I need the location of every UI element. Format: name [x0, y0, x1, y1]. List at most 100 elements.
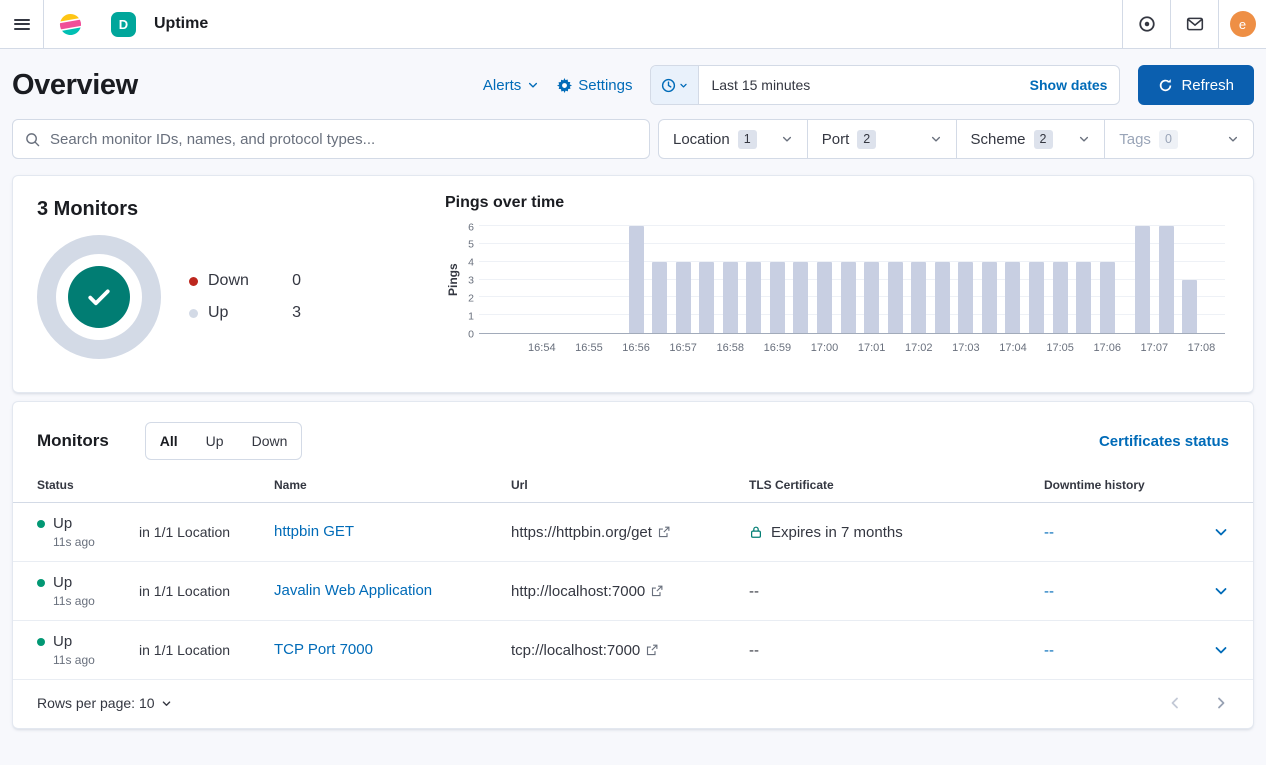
monitor-link[interactable]: TCP Port 7000: [274, 641, 373, 658]
show-dates-button[interactable]: Show dates: [1018, 77, 1120, 93]
topbar-right: e: [1122, 0, 1266, 48]
cloud-button[interactable]: [1122, 0, 1170, 48]
filter-tags-button[interactable]: Tags 0: [1105, 120, 1253, 158]
top-navigation-bar: D Uptime e: [0, 0, 1266, 49]
filter-location-button[interactable]: Location 1: [659, 120, 808, 158]
legend-down: Down 0: [189, 272, 301, 290]
tls-cell: Expires in 7 months: [749, 524, 1044, 541]
pings-bar: [1182, 280, 1197, 334]
topbar-left: D Uptime: [0, 0, 208, 48]
pings-bar: [699, 262, 714, 333]
pings-bar: [723, 262, 738, 333]
monitor-url: http://localhost:7000: [511, 583, 645, 600]
snapshot-donut: [37, 235, 161, 359]
legend-down-value: 0: [292, 272, 301, 290]
expand-row-button[interactable]: [1213, 583, 1229, 599]
pings-bar: [958, 262, 973, 333]
alerts-menu-button[interactable]: Alerts: [483, 77, 539, 94]
monitor-link[interactable]: httpbin GET: [274, 523, 354, 540]
monitors-table-header: Status Name Url TLS Certificate Downtime…: [13, 478, 1253, 503]
monitors-footer: Rows per page: 10: [13, 680, 1253, 728]
refresh-button[interactable]: Refresh: [1138, 65, 1254, 105]
refresh-label: Refresh: [1181, 77, 1234, 94]
rows-per-page-label: Rows per page: 10: [37, 695, 155, 711]
status-filter-up[interactable]: Up: [192, 423, 238, 459]
expand-row-icon: [1213, 524, 1229, 540]
external-link-icon[interactable]: [658, 526, 670, 538]
elastic-logo[interactable]: [44, 12, 97, 37]
date-range-value[interactable]: Last 15 minutes: [699, 77, 1017, 93]
search-monitors-input[interactable]: [48, 130, 637, 149]
date-quick-select-button[interactable]: [651, 66, 699, 104]
newsfeed-button[interactable]: [1170, 0, 1218, 48]
filter-label: Location: [673, 131, 730, 148]
legend-down-label: Down: [208, 272, 249, 290]
external-link-icon[interactable]: [646, 644, 658, 656]
refresh-icon: [1158, 78, 1173, 93]
mail-icon: [1186, 15, 1204, 33]
expand-row-button[interactable]: [1213, 524, 1229, 540]
space-badge[interactable]: D: [111, 12, 136, 37]
up-status-dot-icon: [37, 638, 45, 646]
downtime-cell: --: [1044, 524, 1184, 541]
monitor-url: https://httpbin.org/get: [511, 524, 652, 541]
pings-bar: [629, 226, 644, 333]
monitor-url: tcp://localhost:7000: [511, 642, 640, 659]
pings-bar: [982, 262, 997, 333]
pings-bar: [935, 262, 950, 333]
alerts-label: Alerts: [483, 77, 521, 94]
rows-per-page-button[interactable]: Rows per page: 10: [37, 695, 172, 711]
status-filter-all[interactable]: All: [146, 423, 192, 459]
status-label: Up: [53, 515, 72, 532]
monitor-link[interactable]: Javalin Web Application: [274, 582, 432, 599]
chevron-down-icon: [781, 133, 793, 145]
pings-bar: [793, 262, 808, 333]
last-check-time: 11s ago: [37, 535, 139, 549]
filter-count-badge: 1: [738, 130, 757, 149]
header-controls: Alerts Settings Last 15 minute: [483, 65, 1254, 105]
pings-bar: [1076, 262, 1091, 333]
user-menu-button[interactable]: e: [1218, 0, 1266, 48]
filter-label: Port: [822, 131, 850, 148]
tls-cell: --: [749, 583, 1044, 600]
external-link-icon[interactable]: [651, 585, 663, 597]
pagination-prev-icon: [1167, 695, 1183, 711]
page-title: Overview: [12, 69, 138, 102]
pings-bar: [817, 262, 832, 333]
filter-scheme-button[interactable]: Scheme 2: [957, 120, 1106, 158]
up-dot-icon: [189, 309, 198, 318]
filter-port-button[interactable]: Port 2: [808, 120, 957, 158]
filter-label: Tags: [1119, 131, 1151, 148]
pagination-next-button[interactable]: [1213, 695, 1229, 711]
pings-y-axis-label: Pings: [445, 226, 461, 334]
url-cell: https://httpbin.org/get: [511, 524, 749, 541]
pagination-next-icon: [1213, 695, 1229, 711]
pings-bar: [746, 262, 761, 333]
user-avatar: e: [1230, 11, 1256, 37]
pagination-prev-button[interactable]: [1167, 695, 1183, 711]
pings-y-axis: 0123456: [461, 226, 479, 334]
page-header: Overview Alerts Settings: [12, 49, 1254, 119]
status-cell: Up 11s ago: [37, 574, 139, 608]
menu-button[interactable]: [0, 0, 44, 48]
status-filter-down[interactable]: Down: [238, 423, 302, 459]
date-picker: Last 15 minutes Show dates: [650, 65, 1120, 105]
cloud-icon: [1138, 15, 1156, 33]
location-cell: in 1/1 Location: [139, 642, 274, 658]
up-status-dot-icon: [37, 520, 45, 528]
certificates-status-link[interactable]: Certificates status: [1099, 433, 1229, 450]
snapshot-summary: 3 Monitors Down 0: [37, 194, 445, 376]
legend-up-label: Up: [208, 304, 228, 322]
uptime-overview-page: Overview Alerts Settings: [0, 49, 1266, 729]
pings-bar: [888, 262, 903, 333]
elastic-logo-icon: [58, 12, 83, 37]
status-filter-group: All Up Down: [145, 422, 303, 460]
table-row: Up 11s ago in 1/1 Location Javalin Web A…: [13, 562, 1253, 621]
pings-chart-title: Pings over time: [445, 194, 1225, 212]
monitors-panel: Monitors All Up Down Certificates status…: [12, 401, 1254, 729]
filter-group: Location 1 Port 2 Scheme 2 Tags 0: [658, 119, 1254, 159]
downtime-cell: --: [1044, 583, 1184, 600]
expand-row-button[interactable]: [1213, 642, 1229, 658]
tls-expiry: Expires in 7 months: [771, 524, 903, 541]
settings-button[interactable]: Settings: [557, 77, 632, 94]
